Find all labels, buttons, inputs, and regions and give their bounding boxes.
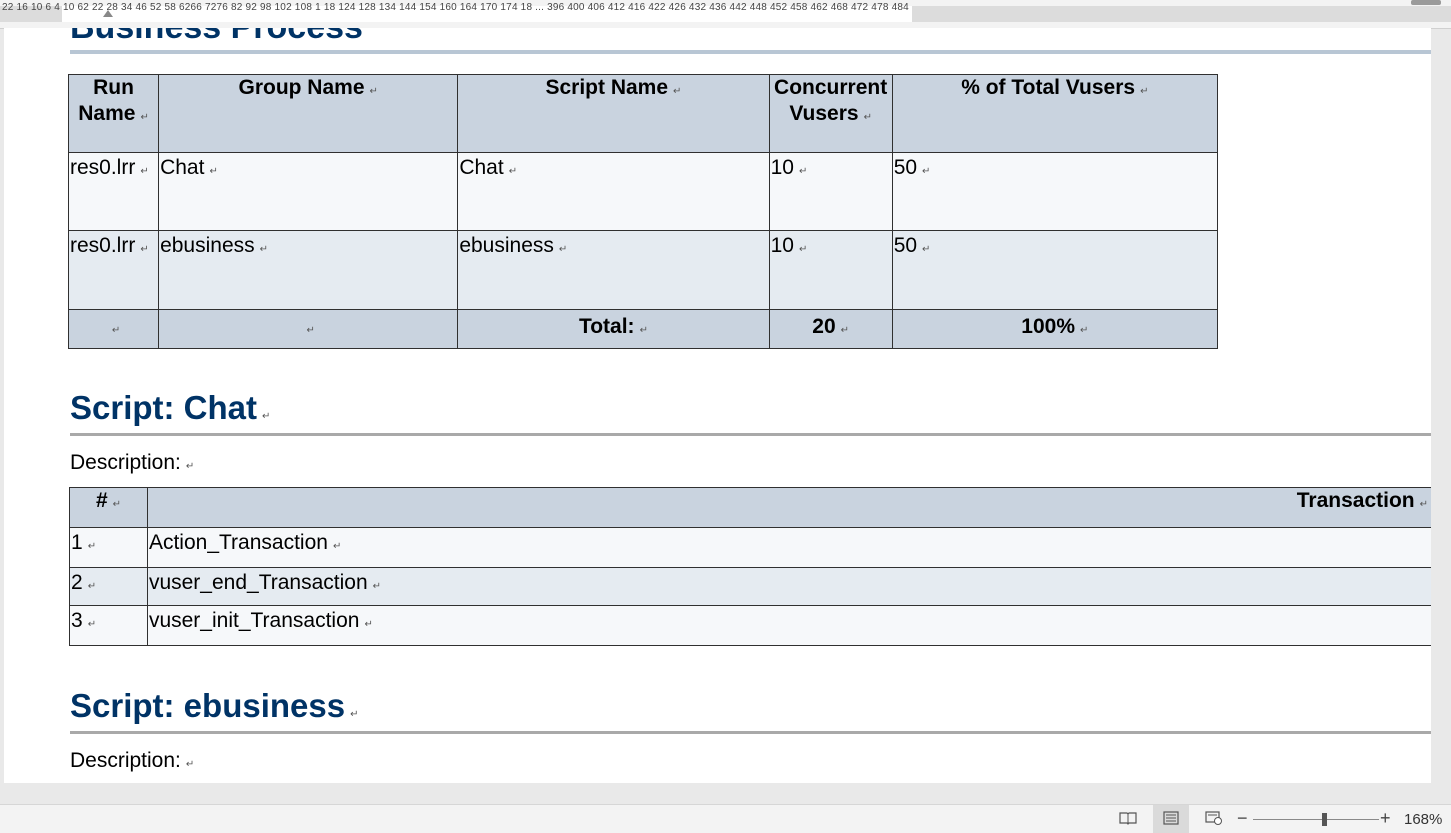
table-row: res0.lrr ↵ Chat ↵ Chat ↵ 10 ↵ 50 ↵	[67, 152, 1219, 231]
cell-empty: ↵	[158, 309, 459, 349]
heading-rule	[70, 50, 1431, 54]
table-row: res0.lrr ↵ ebusiness ↵ ebusiness ↵ 10 ↵ 50 ↵	[67, 230, 1219, 310]
ruler-margin-right	[912, 6, 1451, 22]
cell-run-name: res0.lrr ↵	[67, 230, 160, 310]
total-vusers: 20 ↵	[768, 309, 893, 349]
scroll-thumb[interactable]	[1411, 0, 1441, 5]
table-total-row: ↵ ↵ Total: ↵ 20 ↵ 100% ↵	[67, 309, 1219, 349]
table-row: 3 ↵ vuser_init_Transaction ↵	[69, 605, 1431, 646]
cell-group-name: Chat ↵	[158, 152, 459, 231]
zoom-level[interactable]: 168%	[1404, 811, 1442, 828]
header-percent-total: % of Total Vusers ↵	[891, 74, 1219, 153]
business-process-table: Run Name ↵ Group Name ↵ Script Name ↵ Concu…	[67, 74, 1219, 349]
header-number: # ↵	[69, 487, 148, 528]
read-mode-icon[interactable]	[1119, 811, 1137, 825]
document-page[interactable]: Business Process Run Name↵ Group Name↵ S…	[4, 28, 1431, 783]
cell-vusers: 10 ↵	[768, 230, 893, 310]
total-percent: 100% ↵	[891, 309, 1219, 349]
zoom-slider-thumb[interactable]	[1322, 813, 1327, 826]
zoom-slider-track[interactable]	[1253, 819, 1379, 820]
script-ebusiness-description: Description: ↵	[70, 749, 195, 772]
indent-marker[interactable]	[103, 10, 113, 17]
business-process-heading: Business Process	[70, 28, 363, 47]
cell-number: 3 ↵	[69, 605, 148, 646]
table-row: 2 ↵ vuser_end_Transaction ↵	[69, 567, 1431, 606]
cell-number: 1 ↵	[69, 527, 148, 568]
horizontal-ruler[interactable]: 22 16 10 6 4 10 62 22 28 34 46 52 58 626…	[0, 0, 1451, 29]
cell-script-name: Chat ↵	[457, 152, 770, 231]
ruler-numbers: 22 16 10 6 4 10 62 22 28 34 46 52 58 626…	[2, 2, 909, 13]
cell-transaction: Action_Transaction ↵	[146, 527, 1431, 568]
transaction-table: # ↵ Transaction ↵ 1 ↵ Action_Transaction ↵ 2…	[69, 487, 1431, 646]
cell-percent: 50 ↵	[891, 230, 1219, 310]
print-layout-icon[interactable]	[1162, 811, 1180, 825]
header-script-name: Script Name ↵	[457, 74, 770, 153]
script-ebusiness-heading: Script: ebusiness ↵	[70, 687, 359, 724]
header-transaction: Transaction ↵	[146, 487, 1431, 528]
heading-rule	[70, 731, 1431, 734]
heading-rule	[70, 433, 1431, 436]
cell-run-name: res0.lrr ↵	[67, 152, 160, 231]
total-label: Total: ↵	[457, 309, 770, 349]
cell-script-name: ebusiness ↵	[457, 230, 770, 310]
cell-number: 2 ↵	[69, 567, 148, 606]
zoom-out-button[interactable]: −	[1237, 808, 1248, 829]
header-group-name: Group Name ↵	[158, 74, 459, 153]
table-header-row: Run Name ↵ Group Name ↵ Script Name ↵ Concu…	[67, 74, 1219, 153]
table-header-row: # ↵ Transaction ↵	[69, 487, 1431, 528]
zoom-in-button[interactable]: +	[1380, 808, 1391, 829]
table-row: 1 ↵ Action_Transaction ↵	[69, 527, 1431, 568]
status-bar: − + 168%	[0, 804, 1451, 833]
script-chat-description: Description: ↵	[70, 451, 195, 474]
script-chat-heading: Script: Chat ↵	[70, 389, 271, 426]
cell-group-name: ebusiness ↵	[158, 230, 459, 310]
cell-empty: ↵	[67, 309, 160, 349]
header-run-name: Run Name ↵	[67, 74, 160, 153]
web-layout-icon[interactable]	[1205, 811, 1223, 825]
cell-vusers: 10 ↵	[768, 152, 893, 231]
cell-transaction: vuser_init_Transaction ↵	[146, 605, 1431, 646]
cell-transaction: vuser_end_Transaction ↵	[146, 567, 1431, 606]
header-concurrent-vusers: Concurrent Vusers ↵	[768, 74, 893, 153]
cell-percent: 50 ↵	[891, 152, 1219, 231]
